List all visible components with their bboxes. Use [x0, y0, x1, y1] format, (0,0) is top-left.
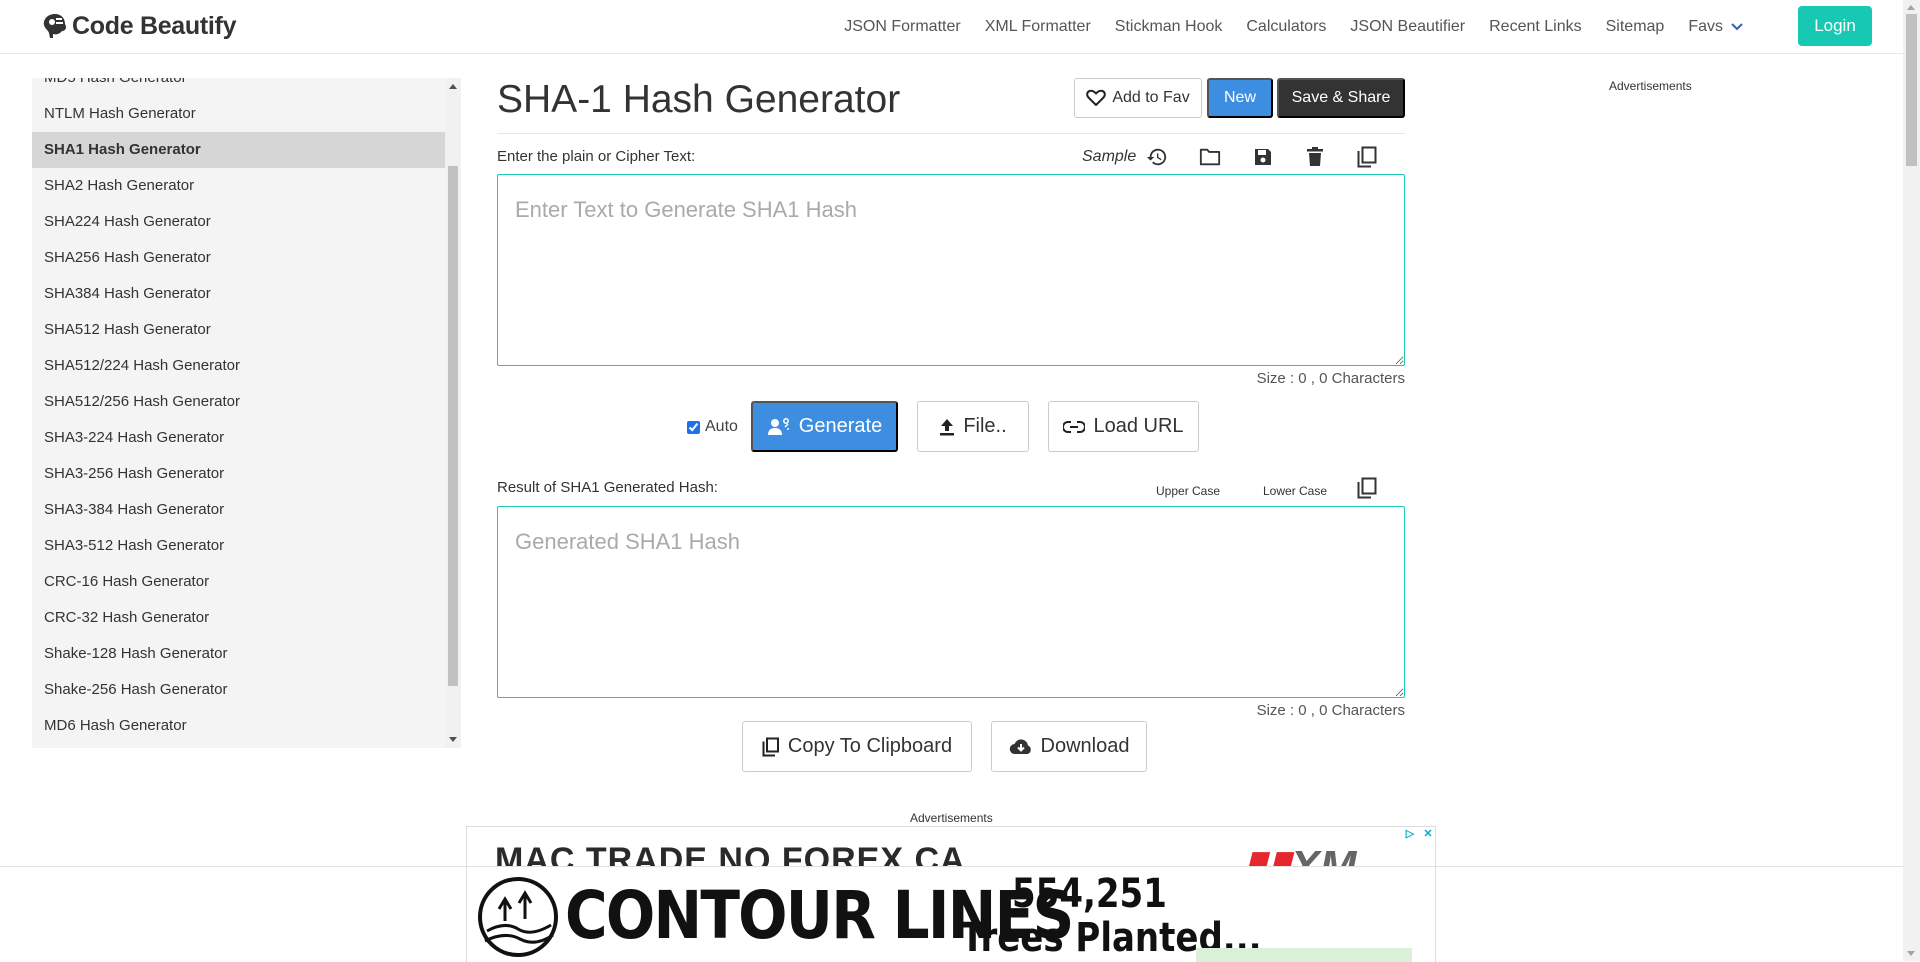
- sidebar-item[interactable]: SHA384 Hash Generator: [32, 276, 445, 312]
- input-label: Enter the plain or Cipher Text:: [497, 148, 696, 165]
- nav-link-xml-formatter[interactable]: XML Formatter: [985, 18, 1091, 36]
- output-label: Result of SHA1 Generated Hash:: [497, 479, 718, 496]
- nav-link-json-formatter[interactable]: JSON Formatter: [844, 18, 960, 36]
- load-url-button[interactable]: Load URL: [1048, 401, 1199, 452]
- sidebar-scrollbar[interactable]: [445, 78, 461, 748]
- sidebar-scrollbar-thumb[interactable]: [448, 166, 458, 686]
- link-icon: [1063, 420, 1086, 433]
- sticky-ad-count: 554,251: [1012, 871, 1167, 917]
- output-text-area[interactable]: [497, 506, 1405, 698]
- copy-to-clipboard-label: Copy To Clipboard: [787, 735, 953, 757]
- download-label: Download: [1040, 735, 1130, 757]
- copy-result-icon[interactable]: [1355, 476, 1379, 500]
- generate-icon: [767, 417, 789, 435]
- generate-button[interactable]: Generate: [751, 401, 898, 452]
- nav-link-json-beautifier[interactable]: JSON Beautifier: [1350, 18, 1465, 36]
- copy-to-clipboard-button[interactable]: Copy To Clipboard: [742, 721, 972, 772]
- right-ads-label: Advertisements: [1609, 79, 1692, 93]
- sidebar-item[interactable]: SHA512/224 Hash Generator: [32, 348, 445, 384]
- nav-link-calculators[interactable]: Calculators: [1246, 18, 1326, 36]
- brand-logo-link[interactable]: Code Beautify: [40, 11, 236, 41]
- nav-link-sitemap[interactable]: Sitemap: [1606, 18, 1665, 36]
- sidebar-item[interactable]: Shake-128 Hash Generator: [32, 636, 445, 672]
- trash-icon[interactable]: [1303, 145, 1327, 169]
- nav-link-recent-links[interactable]: Recent Links: [1489, 18, 1582, 36]
- add-to-fav-label: Add to Fav: [1112, 89, 1190, 106]
- favs-label: Favs: [1688, 17, 1723, 35]
- page-scrollbar[interactable]: [1903, 0, 1920, 961]
- auto-label: Auto: [705, 418, 738, 435]
- upper-case-link[interactable]: Upper Case: [1156, 484, 1220, 498]
- page-title: SHA-1 Hash Generator: [497, 78, 901, 121]
- sidebar-scroll-up-icon[interactable]: [449, 84, 457, 89]
- sidebar-item[interactable]: SHA512/256 Hash Generator: [32, 384, 445, 420]
- sidebar-item[interactable]: SHA256 Hash Generator: [32, 240, 445, 276]
- sidebar-item[interactable]: SHA3-384 Hash Generator: [32, 492, 445, 528]
- brand-logo-icon: [40, 11, 70, 41]
- ad-banner[interactable]: MAC TRADE NO FOREX CA ▮▮XM: [466, 826, 1436, 866]
- open-folder-icon[interactable]: [1198, 145, 1222, 169]
- download-button[interactable]: Download: [991, 721, 1147, 772]
- sidebar-item[interactable]: CRC-16 Hash Generator: [32, 564, 445, 600]
- sticky-ad-progress: [1196, 948, 1412, 962]
- sample-link[interactable]: Sample: [1082, 148, 1136, 166]
- ad-choices-icon[interactable]: ▷: [1404, 828, 1416, 840]
- upload-icon: [940, 418, 955, 435]
- generate-label: Generate: [798, 415, 883, 437]
- input-size-counter: Size : 0 , 0 Characters: [1256, 370, 1405, 387]
- sidebar-item[interactable]: SHA3-224 Hash Generator: [32, 420, 445, 456]
- sidebar-item[interactable]: NTLM Hash Generator: [32, 96, 445, 132]
- favs-dropdown[interactable]: Favs: [1688, 18, 1743, 36]
- page-scrollbar-thumb[interactable]: [1906, 14, 1917, 166]
- nav-links: JSON Formatter XML Formatter Stickman Ho…: [820, 0, 1743, 53]
- chevron-down-icon: [1731, 22, 1743, 30]
- top-navbar: Code Beautify JSON Formatter XML Formatt…: [0, 0, 1903, 54]
- ad-banner-text: MAC TRADE NO FOREX CA: [495, 841, 966, 866]
- file-upload-button[interactable]: File..: [917, 401, 1029, 452]
- sidebar-item[interactable]: Shake-256 Hash Generator: [32, 672, 445, 708]
- lower-case-link[interactable]: Lower Case: [1263, 484, 1327, 498]
- tool-sidebar: MD5 Hash GeneratorNTLM Hash GeneratorSHA…: [32, 78, 445, 748]
- title-divider: [497, 133, 1405, 134]
- save-icon[interactable]: [1251, 145, 1275, 169]
- sidebar-item[interactable]: SHA224 Hash Generator: [32, 204, 445, 240]
- new-button[interactable]: New: [1207, 78, 1273, 118]
- sidebar-item[interactable]: SHA3-512 Hash Generator: [32, 528, 445, 564]
- cloud-download-icon: [1009, 738, 1031, 754]
- sidebar-item[interactable]: SHA2 Hash Generator: [32, 168, 445, 204]
- sticky-bottom-ad: CONTOUR LINES 554,251 Trees Planted...: [0, 866, 1903, 962]
- input-text-area[interactable]: [497, 174, 1405, 366]
- ad-close-icon[interactable]: ✕: [1422, 828, 1434, 840]
- sidebar-item[interactable]: MD6 Hash Generator: [32, 708, 445, 744]
- file-label: File..: [963, 415, 1007, 437]
- scroll-down-arrow-icon[interactable]: [1907, 951, 1915, 956]
- scroll-up-arrow-icon[interactable]: [1907, 5, 1915, 10]
- sidebar-item[interactable]: SHA512 Hash Generator: [32, 312, 445, 348]
- contour-lines-logo-icon: [478, 877, 558, 957]
- ad-choices[interactable]: ▷ ✕: [1404, 828, 1434, 840]
- login-button[interactable]: Login: [1798, 6, 1872, 46]
- sidebar-item[interactable]: SHA3-256 Hash Generator: [32, 456, 445, 492]
- add-to-fav-button[interactable]: Add to Fav: [1074, 78, 1202, 118]
- brand-name: Code Beautify: [72, 11, 237, 40]
- xm-logo: ▮▮XM: [1242, 841, 1356, 866]
- sidebar-scroll-down-icon[interactable]: [449, 737, 457, 742]
- sidebar-item[interactable]: CRC-32 Hash Generator: [32, 600, 445, 636]
- save-share-button[interactable]: Save & Share: [1277, 78, 1405, 118]
- nav-link-stickman-hook[interactable]: Stickman Hook: [1115, 18, 1223, 36]
- sticky-ad-banner[interactable]: CONTOUR LINES 554,251 Trees Planted...: [466, 867, 1436, 962]
- output-size-counter: Size : 0 , 0 Characters: [1256, 702, 1405, 719]
- history-icon[interactable]: [1145, 145, 1169, 169]
- sidebar-item[interactable]: MD5 Hash Generator: [32, 78, 445, 96]
- copy-icon[interactable]: [1355, 145, 1379, 169]
- clipboard-icon: [762, 737, 779, 756]
- auto-toggle[interactable]: Auto: [687, 418, 738, 436]
- bottom-ads-label: Advertisements: [910, 811, 993, 825]
- heart-icon: [1086, 89, 1107, 106]
- auto-checkbox[interactable]: [687, 420, 700, 434]
- sidebar-item[interactable]: SHA1 Hash Generator: [32, 132, 445, 168]
- sidebar-list: MD5 Hash GeneratorNTLM Hash GeneratorSHA…: [32, 78, 445, 744]
- load-url-label: Load URL: [1093, 415, 1184, 437]
